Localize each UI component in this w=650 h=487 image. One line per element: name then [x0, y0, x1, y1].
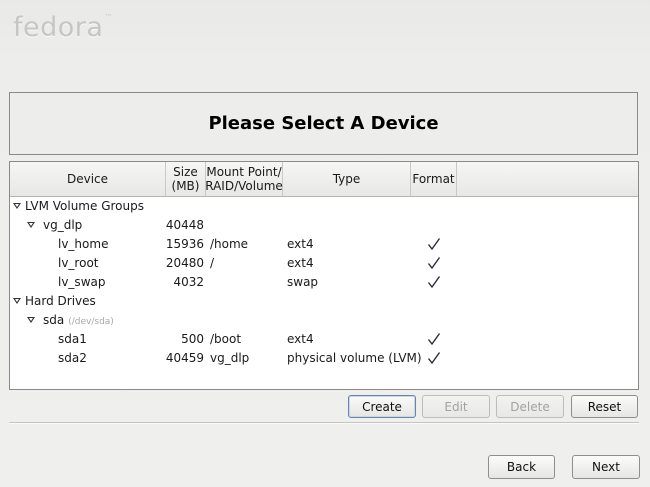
- size-cell: [160, 197, 204, 216]
- tree-row[interactable]: Hard Drives: [10, 292, 638, 311]
- column-header-type[interactable]: Type: [283, 162, 411, 196]
- device-name: lv_root: [58, 254, 99, 273]
- device-name-text: sda: [43, 313, 65, 327]
- tree-row[interactable]: sda2 40459 vg_dlp physical volume (LVM): [10, 349, 638, 368]
- expander-triangle-icon[interactable]: [13, 298, 21, 304]
- delete-button[interactable]: Delete: [496, 395, 564, 418]
- size-cell: 500: [181, 332, 204, 346]
- size-cell: 40448: [165, 218, 204, 232]
- device-name-text: Hard Drives: [25, 294, 96, 308]
- tree-row[interactable]: lv_home 15936/home ext4: [10, 235, 638, 254]
- format-checkmark-icon[interactable]: [427, 256, 441, 270]
- logo-text: fedora: [13, 12, 104, 43]
- expander-triangle-icon[interactable]: [27, 317, 35, 323]
- device-name: sda (/dev/sda): [43, 311, 114, 330]
- device-name-text: lv_root: [58, 256, 99, 270]
- device-name: vg_dlp: [43, 216, 82, 235]
- tree-header: Device Size (MB) Mount Point/RAID/Volume …: [10, 162, 638, 197]
- edit-button[interactable]: Edit: [422, 395, 490, 418]
- column-header-mount-line2: RAID/Volume: [205, 179, 283, 193]
- header-panel: Please Select A Device: [9, 92, 638, 155]
- device-name-text: sda1: [58, 332, 87, 346]
- device-name-text: lv_swap: [58, 275, 106, 289]
- size-cell: 40459: [165, 351, 204, 365]
- column-header-mount-line1: Mount Point/: [206, 165, 282, 179]
- column-header-format-label: Format: [412, 172, 455, 186]
- size-cell: 15936: [165, 237, 204, 251]
- size-cell: [160, 292, 204, 311]
- column-header-mount[interactable]: Mount Point/RAID/Volume: [205, 162, 283, 196]
- fedora-logo: fedora™: [13, 12, 113, 43]
- expander-triangle-icon[interactable]: [13, 203, 21, 209]
- column-header-size[interactable]: Size (MB): [166, 162, 206, 196]
- tree-row[interactable]: sda1 500/boot ext4: [10, 330, 638, 349]
- device-name: sda2: [58, 349, 87, 368]
- type-cell: ext4: [287, 256, 314, 270]
- format-checkmark-icon[interactable]: [427, 275, 441, 289]
- type-cell: swap: [287, 275, 319, 289]
- expander-triangle-icon[interactable]: [27, 222, 35, 228]
- format-checkmark-icon[interactable]: [427, 351, 441, 365]
- device-name: LVM Volume Groups: [25, 197, 144, 216]
- column-header-device[interactable]: Device: [10, 162, 166, 196]
- device-name: lv_home: [58, 235, 108, 254]
- tree-row[interactable]: lv_swap 4032 swap: [10, 273, 638, 292]
- column-header-size-line1: Size: [173, 165, 198, 179]
- column-header-type-label: Type: [332, 172, 361, 186]
- separator: [9, 422, 639, 424]
- column-header-format[interactable]: Format: [411, 162, 457, 196]
- device-name-text: LVM Volume Groups: [25, 199, 144, 213]
- tree-row[interactable]: lv_root 20480 / ext4: [10, 254, 638, 273]
- mount-point-cell: /home: [210, 237, 249, 251]
- tree-row[interactable]: LVM Volume Groups: [10, 197, 638, 216]
- back-button[interactable]: Back: [488, 455, 555, 479]
- device-name: Hard Drives: [25, 292, 96, 311]
- mount-point-cell: /: [210, 256, 215, 270]
- device-name-text: sda2: [58, 351, 87, 365]
- device-name: lv_swap: [58, 273, 105, 292]
- device-name-text: vg_dlp: [43, 218, 83, 232]
- trademark-mark: ™: [104, 13, 113, 22]
- size-cell: 20480: [165, 256, 204, 270]
- next-button[interactable]: Next: [572, 455, 640, 479]
- type-cell: ext4: [287, 332, 314, 346]
- mount-point-cell: /boot: [210, 332, 242, 346]
- format-checkmark-icon[interactable]: [427, 332, 441, 346]
- type-cell: ext4: [287, 237, 314, 251]
- create-button[interactable]: Create: [348, 395, 416, 418]
- format-checkmark-icon[interactable]: [427, 237, 441, 251]
- column-header-size-line2: (MB): [171, 179, 200, 193]
- column-header-device-label: Device: [66, 172, 109, 186]
- type-cell: physical volume (LVM): [287, 351, 422, 365]
- device-path-hint: (/dev/sda): [68, 317, 114, 327]
- size-cell: [160, 311, 204, 330]
- device-name-text: lv_home: [58, 237, 109, 251]
- mount-point-cell: vg_dlp: [210, 351, 250, 365]
- device-tree[interactable]: Device Size (MB) Mount Point/RAID/Volume …: [9, 161, 639, 390]
- page-title: Please Select A Device: [208, 113, 439, 134]
- size-cell: 4032: [173, 275, 204, 289]
- tree-row[interactable]: vg_dlp 40448: [10, 216, 638, 235]
- tree-row[interactable]: sda (/dev/sda): [10, 311, 638, 330]
- device-name: sda1: [58, 330, 87, 349]
- reset-button[interactable]: Reset: [571, 395, 638, 418]
